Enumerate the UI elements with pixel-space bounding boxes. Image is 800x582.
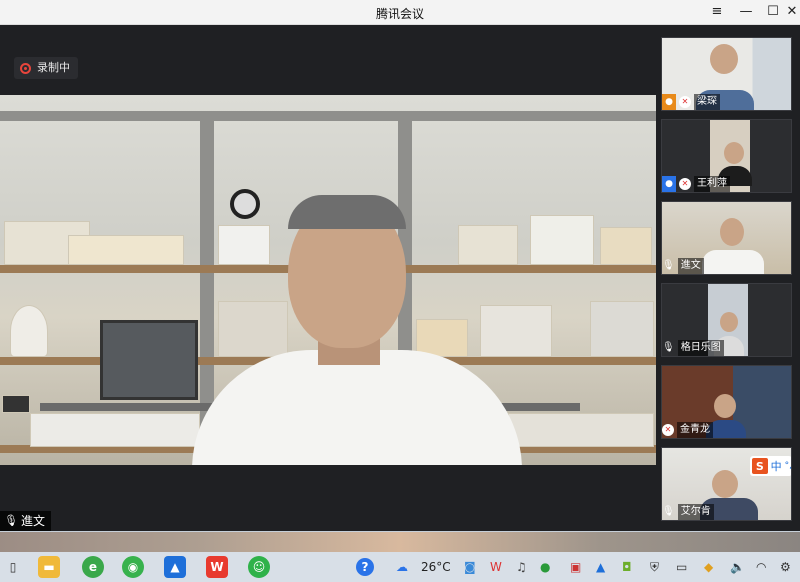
camera-decoration <box>2 395 30 413</box>
nvidia-icon[interactable]: ◘ <box>622 560 632 574</box>
participant-label: 🎙 格日乐图 <box>662 340 728 356</box>
microphone-icon: 🎙 <box>4 514 18 527</box>
mic-muted-icon: ✕ <box>679 178 691 190</box>
microphone-icon: 🎙 <box>662 260 675 271</box>
participant-name: 格日乐图 <box>677 340 724 356</box>
storage-icon[interactable]: ▭ <box>676 560 687 574</box>
wifi-icon[interactable]: ◠ <box>756 560 766 574</box>
notification-icon[interactable]: ◆ <box>704 560 713 574</box>
ime-extra: °, <box>784 461 792 471</box>
participant-name: 王利萍 <box>694 176 730 192</box>
hamburger-icon[interactable]: ≡ <box>704 2 730 22</box>
clock-decoration <box>230 189 260 219</box>
main-stage: 录制中 🎙 進文 <box>0 25 656 531</box>
participant-tile[interactable]: S 中 °, 🎙 艾尔肯 <box>661 447 792 521</box>
speaker-hair <box>288 195 406 229</box>
boxes <box>458 225 518 265</box>
books <box>218 301 288 357</box>
recording-label: 录制中 <box>37 61 70 74</box>
help-icon[interactable]: ? <box>356 558 374 576</box>
maximize-icon[interactable]: ☐ <box>760 2 786 22</box>
wps-tray-icon[interactable]: W <box>490 560 502 574</box>
shelf-top <box>0 111 656 121</box>
participant-label: 🎙 艾尔肯 <box>662 504 718 520</box>
user-icon: ● <box>662 94 676 110</box>
main-video[interactable] <box>0 95 656 465</box>
books <box>590 301 654 357</box>
file-explorer-icon[interactable]: ▬ <box>38 556 60 578</box>
minimize-icon[interactable]: — <box>733 2 759 22</box>
main-speaker-tag: 🎙 進文 <box>0 511 51 531</box>
title-bar: 腾讯会议 ≡ — ☐ ✕ <box>0 0 800 25</box>
participant-face <box>714 394 736 418</box>
taskbar: ▯ ▬ e ◉ ▲ W ☺ ? ☁ 26°C ◙ W ♫ ● ▣ ▲ ◘ ⛨ ▭… <box>0 531 800 582</box>
ime-mode[interactable]: 中 <box>771 458 782 474</box>
wps-icon[interactable]: W <box>206 556 228 578</box>
temperature[interactable]: 26°C <box>421 560 451 574</box>
participant-face <box>710 44 738 74</box>
window-title: 腾讯会议 <box>375 7 424 21</box>
participant-label: ● ✕ 梁琛 <box>662 94 724 110</box>
boxes <box>508 413 654 447</box>
sound-icon[interactable]: ♫ <box>516 560 527 574</box>
box <box>218 225 270 265</box>
boxes <box>30 413 200 447</box>
microphone-icon: 🎙 <box>662 342 675 353</box>
participant-name: 艾尔肯 <box>677 504 714 520</box>
participant-face <box>724 142 744 164</box>
participant-label: ✕ 金青龙 <box>662 422 717 438</box>
books <box>530 215 594 265</box>
laptop-decoration <box>100 320 198 400</box>
participant-body <box>702 250 764 274</box>
participant-tile[interactable]: 🎙 進文 <box>661 201 792 275</box>
participant-face <box>712 470 738 498</box>
books <box>68 235 184 265</box>
meeting-tray-icon[interactable]: ▲ <box>596 560 605 574</box>
close-icon[interactable]: ✕ <box>784 2 800 22</box>
camera-icon[interactable]: ◙ <box>464 560 476 574</box>
settings-icon[interactable]: ⚙ <box>780 560 791 574</box>
participant-name: 梁琛 <box>694 94 720 110</box>
ime-toolbar[interactable]: S 中 °, <box>750 456 792 476</box>
participant-tile[interactable]: 🎙 格日乐图 <box>661 283 792 357</box>
participant-name: 進文 <box>677 258 704 274</box>
mic-muted-icon: ✕ <box>662 424 674 436</box>
ime-logo: S <box>752 458 768 474</box>
wallpaper-strip <box>0 532 800 552</box>
participant-face <box>720 218 744 246</box>
participant-name: 金青龙 <box>677 422 713 438</box>
books <box>600 227 652 265</box>
participant-tile[interactable]: ● ✕ 梁琛 <box>661 37 792 111</box>
mic-muted-icon: ✕ <box>679 96 691 108</box>
participant-label: ● ✕ 王利萍 <box>662 176 734 192</box>
record-tray-icon[interactable]: ▣ <box>570 560 581 574</box>
participant-sidebar: ● ✕ 梁琛 ● ✕ 王利萍 🎙 進文 🎙 格日乐图 ✕ 金青龙 S 中 °, … <box>656 25 800 531</box>
books <box>480 305 552 357</box>
participant-tile[interactable]: ● ✕ 王利萍 <box>661 119 792 193</box>
user-icon: ● <box>662 176 676 192</box>
chat-app-icon[interactable]: ☺ <box>248 556 270 578</box>
task-view-icon[interactable]: ▯ <box>2 556 24 578</box>
vase <box>10 305 48 357</box>
microphone-icon: 🎙 <box>662 506 675 517</box>
record-icon <box>20 62 31 74</box>
speaker-body <box>192 350 522 465</box>
security-icon[interactable]: ⛨ <box>650 560 659 575</box>
volume-icon[interactable]: 🔈 <box>730 560 745 574</box>
participant-label: 🎙 進文 <box>662 258 708 274</box>
weather-icon[interactable]: ☁ <box>396 560 408 574</box>
recording-indicator[interactable]: 录制中 <box>14 57 78 79</box>
tencent-meeting-icon[interactable]: ▲ <box>164 556 186 578</box>
browser-icon[interactable]: e <box>82 556 104 578</box>
wechat-icon[interactable]: ◉ <box>122 556 144 578</box>
participant-face <box>720 312 738 332</box>
main-speaker-name: 進文 <box>20 514 45 528</box>
chat-tray-icon[interactable]: ● <box>540 560 550 574</box>
participant-tile[interactable]: ✕ 金青龙 <box>661 365 792 439</box>
